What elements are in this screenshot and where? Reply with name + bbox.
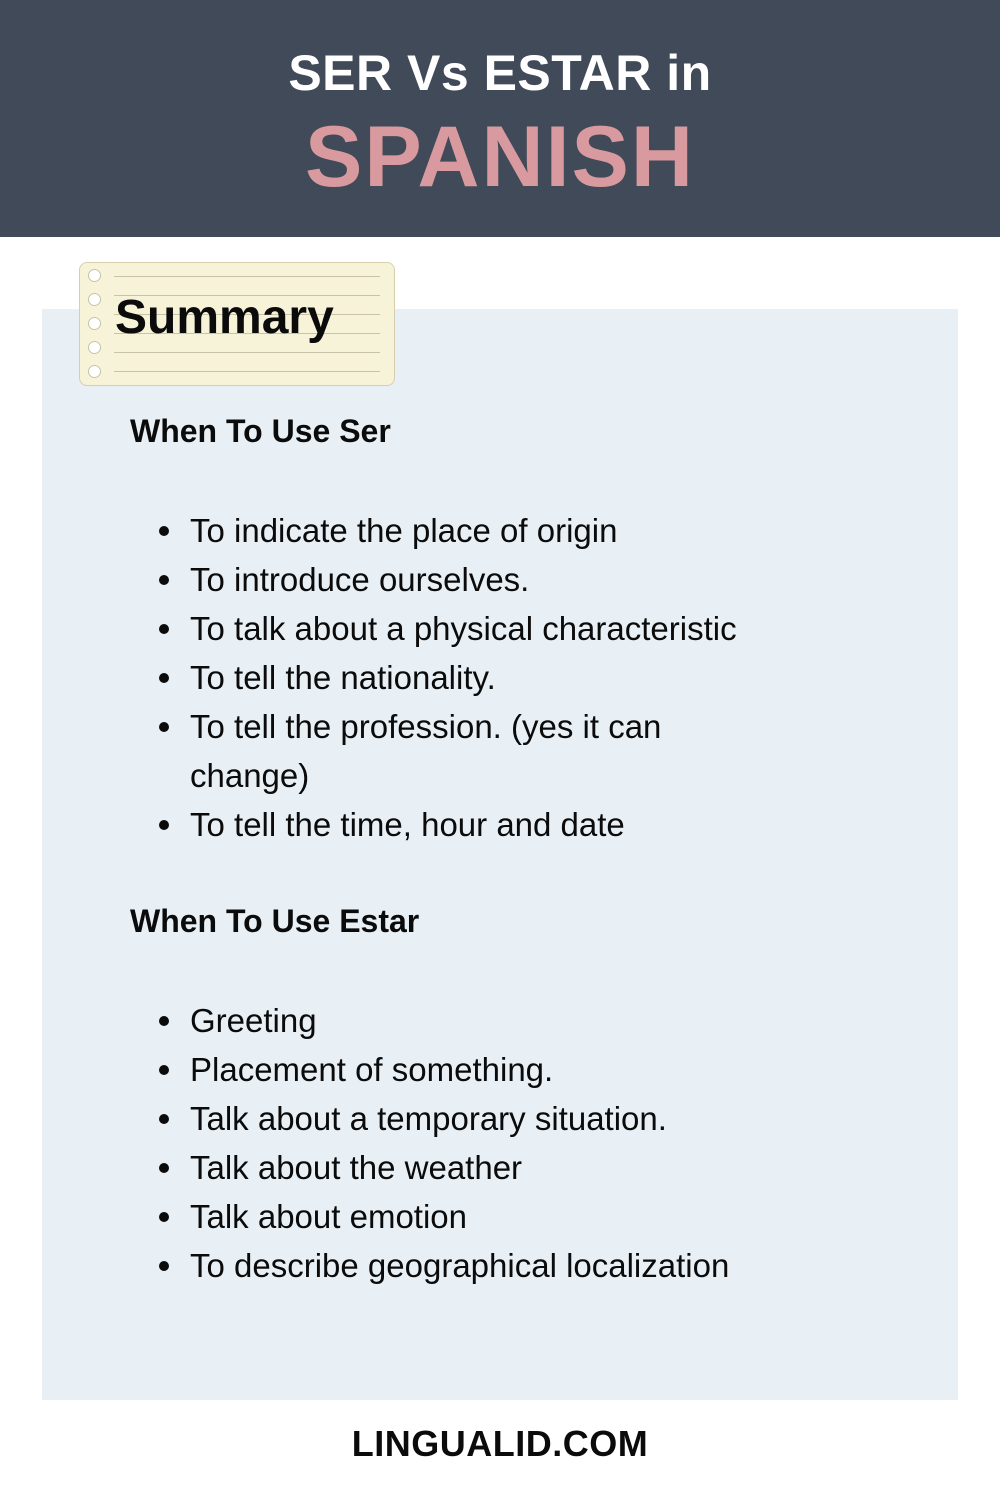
list-item: To indicate the place of origin — [155, 506, 875, 555]
ser-uses-list: To indicate the place of origin To intro… — [155, 506, 875, 849]
estar-uses-list: Greeting Placement of something. Talk ab… — [155, 996, 875, 1290]
summary-label: Summary — [115, 291, 334, 344]
title-line-1: SER Vs ESTAR in — [288, 45, 712, 101]
list-item: Talk about the weather — [155, 1143, 875, 1192]
bullet-icon — [159, 820, 169, 830]
bullet-icon — [159, 526, 169, 536]
list-item: Placement of something. — [155, 1045, 875, 1094]
list-item: Talk about a temporary situation. — [155, 1094, 875, 1143]
list-item: To introduce ourselves. — [155, 555, 875, 604]
list-item: To tell the time, hour and date — [155, 800, 875, 849]
bullet-icon — [159, 1114, 169, 1124]
section-heading-estar: When To Use Estar — [130, 903, 420, 939]
list-item: To describe geographical localization — [155, 1241, 875, 1290]
title-line-2: SPANISH — [305, 109, 695, 205]
bullet-icon — [159, 722, 169, 732]
list-item: To tell the nationality. — [155, 653, 875, 702]
bullet-icon — [159, 1163, 169, 1173]
bullet-icon — [159, 1016, 169, 1026]
list-item: Greeting — [155, 996, 875, 1045]
bullet-icon — [159, 1261, 169, 1271]
list-item: To talk about a physical characteristic — [155, 604, 875, 653]
bullet-icon — [159, 1212, 169, 1222]
header-banner: SER Vs ESTAR in SPANISH — [0, 0, 1000, 237]
bullet-icon — [159, 673, 169, 683]
bullet-icon — [159, 575, 169, 585]
bullet-icon — [159, 624, 169, 634]
bullet-icon — [159, 1065, 169, 1075]
list-item: Talk about emotion — [155, 1192, 875, 1241]
site-footer-link[interactable]: LINGUALID.COM — [0, 1423, 1000, 1465]
list-item: To tell the profession. (yes it can chan… — [155, 702, 875, 800]
section-heading-ser: When To Use Ser — [130, 413, 391, 449]
